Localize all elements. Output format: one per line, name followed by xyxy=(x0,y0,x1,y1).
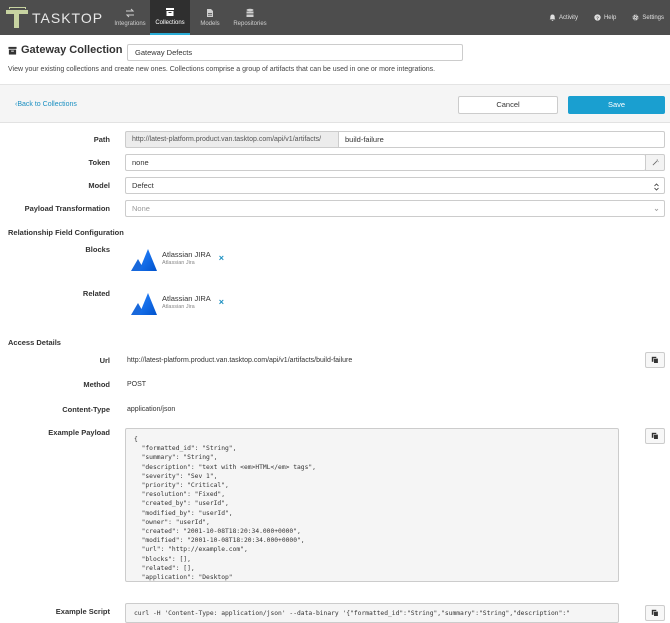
related-relationship-item: Atlassian JIRA Atlassian Jira × xyxy=(128,288,224,316)
activity-link[interactable]: Activity xyxy=(549,14,578,21)
model-select[interactable]: Defect xyxy=(125,177,665,194)
copy-icon xyxy=(651,356,659,364)
model-select-value: Defect xyxy=(132,181,154,190)
back-to-collections-link[interactable]: ‹Back to Collections xyxy=(15,101,77,108)
blocks-relationship-item: Atlassian JIRA Atlassian Jira × xyxy=(128,244,224,272)
select-arrows-icon xyxy=(654,181,659,196)
nav-repositories[interactable]: Repositories xyxy=(230,0,270,35)
chevron-down-icon xyxy=(654,203,659,218)
token-input[interactable]: none xyxy=(125,154,646,171)
example-script-label: Example Script xyxy=(55,607,110,616)
page-description: View your existing collections and creat… xyxy=(8,66,436,73)
collection-name-input[interactable]: Gateway Defects xyxy=(127,44,463,61)
nav-collections-label: Collections xyxy=(155,20,185,26)
tasktop-logo[interactable]: TASKTOP xyxy=(0,0,110,35)
nav-models[interactable]: Models xyxy=(190,0,230,35)
payload-transformation-value: None xyxy=(132,204,150,213)
bell-icon xyxy=(549,14,556,21)
nav-models-label: Models xyxy=(200,21,220,27)
blocks-label: Blocks xyxy=(85,245,110,254)
help-link[interactable]: ? Help xyxy=(594,14,616,21)
logo-mark-icon xyxy=(6,6,28,30)
method-label: Method xyxy=(83,380,110,389)
copy-script-button[interactable] xyxy=(645,605,665,621)
nav-collections[interactable]: Collections xyxy=(150,0,190,35)
related-remove-icon[interactable]: × xyxy=(219,297,224,307)
url-value: http://latest-platform.product.van.taskt… xyxy=(127,357,353,364)
collections-icon xyxy=(166,8,174,16)
payload-transformation-select[interactable]: None xyxy=(125,200,665,217)
gear-icon xyxy=(632,14,639,21)
token-generate-button[interactable] xyxy=(645,154,665,171)
blocks-item-sub: Atlassian Jira xyxy=(162,260,195,266)
svg-text:?: ? xyxy=(596,15,599,21)
payload-transformation-label: Payload Transformation xyxy=(24,204,110,213)
method-value: POST xyxy=(127,381,147,388)
nav-integrations-label: Integrations xyxy=(114,21,146,27)
save-button[interactable]: Save xyxy=(568,96,665,114)
blocks-remove-icon[interactable]: × xyxy=(219,253,224,263)
page-title-row: Gateway Collection xyxy=(8,44,122,56)
content-type-value: application/json xyxy=(127,406,176,413)
path-label: Path xyxy=(93,135,110,144)
content-type-label: Content-Type xyxy=(62,405,110,414)
nav-repositories-label: Repositories xyxy=(233,21,267,27)
settings-label: Settings xyxy=(642,14,664,21)
url-label: Url xyxy=(99,356,110,365)
copy-url-button[interactable] xyxy=(645,352,665,368)
top-navigation-bar: TASKTOP Integrations Collections Models … xyxy=(0,0,670,35)
copy-icon xyxy=(651,432,659,440)
related-item-sub: Atlassian Jira xyxy=(162,304,195,310)
example-payload-code: { "formatted_id": "String", "summary": "… xyxy=(134,436,316,582)
atlassian-jira-logo-icon xyxy=(131,293,157,315)
related-label: Related xyxy=(82,289,110,298)
token-label: Token xyxy=(88,158,110,167)
copy-icon xyxy=(651,609,659,617)
nav-right-menu: Activity ? Help Settings xyxy=(549,0,670,35)
example-payload-box[interactable]: { "formatted_id": "String", "summary": "… xyxy=(125,428,619,582)
back-link-label: Back to Collections xyxy=(17,101,77,108)
help-icon: ? xyxy=(594,14,601,21)
cancel-button[interactable]: Cancel xyxy=(458,96,558,114)
logo-text: TASKTOP xyxy=(32,9,104,26)
integrations-icon xyxy=(125,8,135,18)
help-label: Help xyxy=(603,14,617,21)
page-title: Gateway Collection xyxy=(21,44,123,56)
settings-link[interactable]: Settings xyxy=(632,14,664,21)
example-script-box[interactable]: curl -H 'Content-Type: application/json'… xyxy=(125,603,619,623)
example-script-code: curl -H 'Content-Type: application/json'… xyxy=(134,610,570,617)
nav-integrations[interactable]: Integrations xyxy=(110,0,150,35)
copy-payload-button[interactable] xyxy=(645,428,665,444)
relationship-section-title: Relationship Field Configuration xyxy=(8,228,124,237)
path-prefix: http://latest-platform.product.van.taskt… xyxy=(125,131,339,148)
path-input[interactable]: build-failure xyxy=(338,131,665,148)
magic-wand-icon xyxy=(652,159,659,166)
model-label: Model xyxy=(88,181,110,190)
repositories-icon xyxy=(246,8,254,17)
access-details-title: Access Details xyxy=(8,338,61,347)
example-payload-label: Example Payload xyxy=(48,428,110,437)
atlassian-jira-logo-icon xyxy=(131,249,157,271)
blocks-item-name: Atlassian JIRA xyxy=(162,250,211,259)
related-item-name: Atlassian JIRA xyxy=(162,294,211,303)
collections-icon xyxy=(8,46,17,55)
models-icon xyxy=(207,9,213,17)
activity-label: Activity xyxy=(558,14,578,21)
